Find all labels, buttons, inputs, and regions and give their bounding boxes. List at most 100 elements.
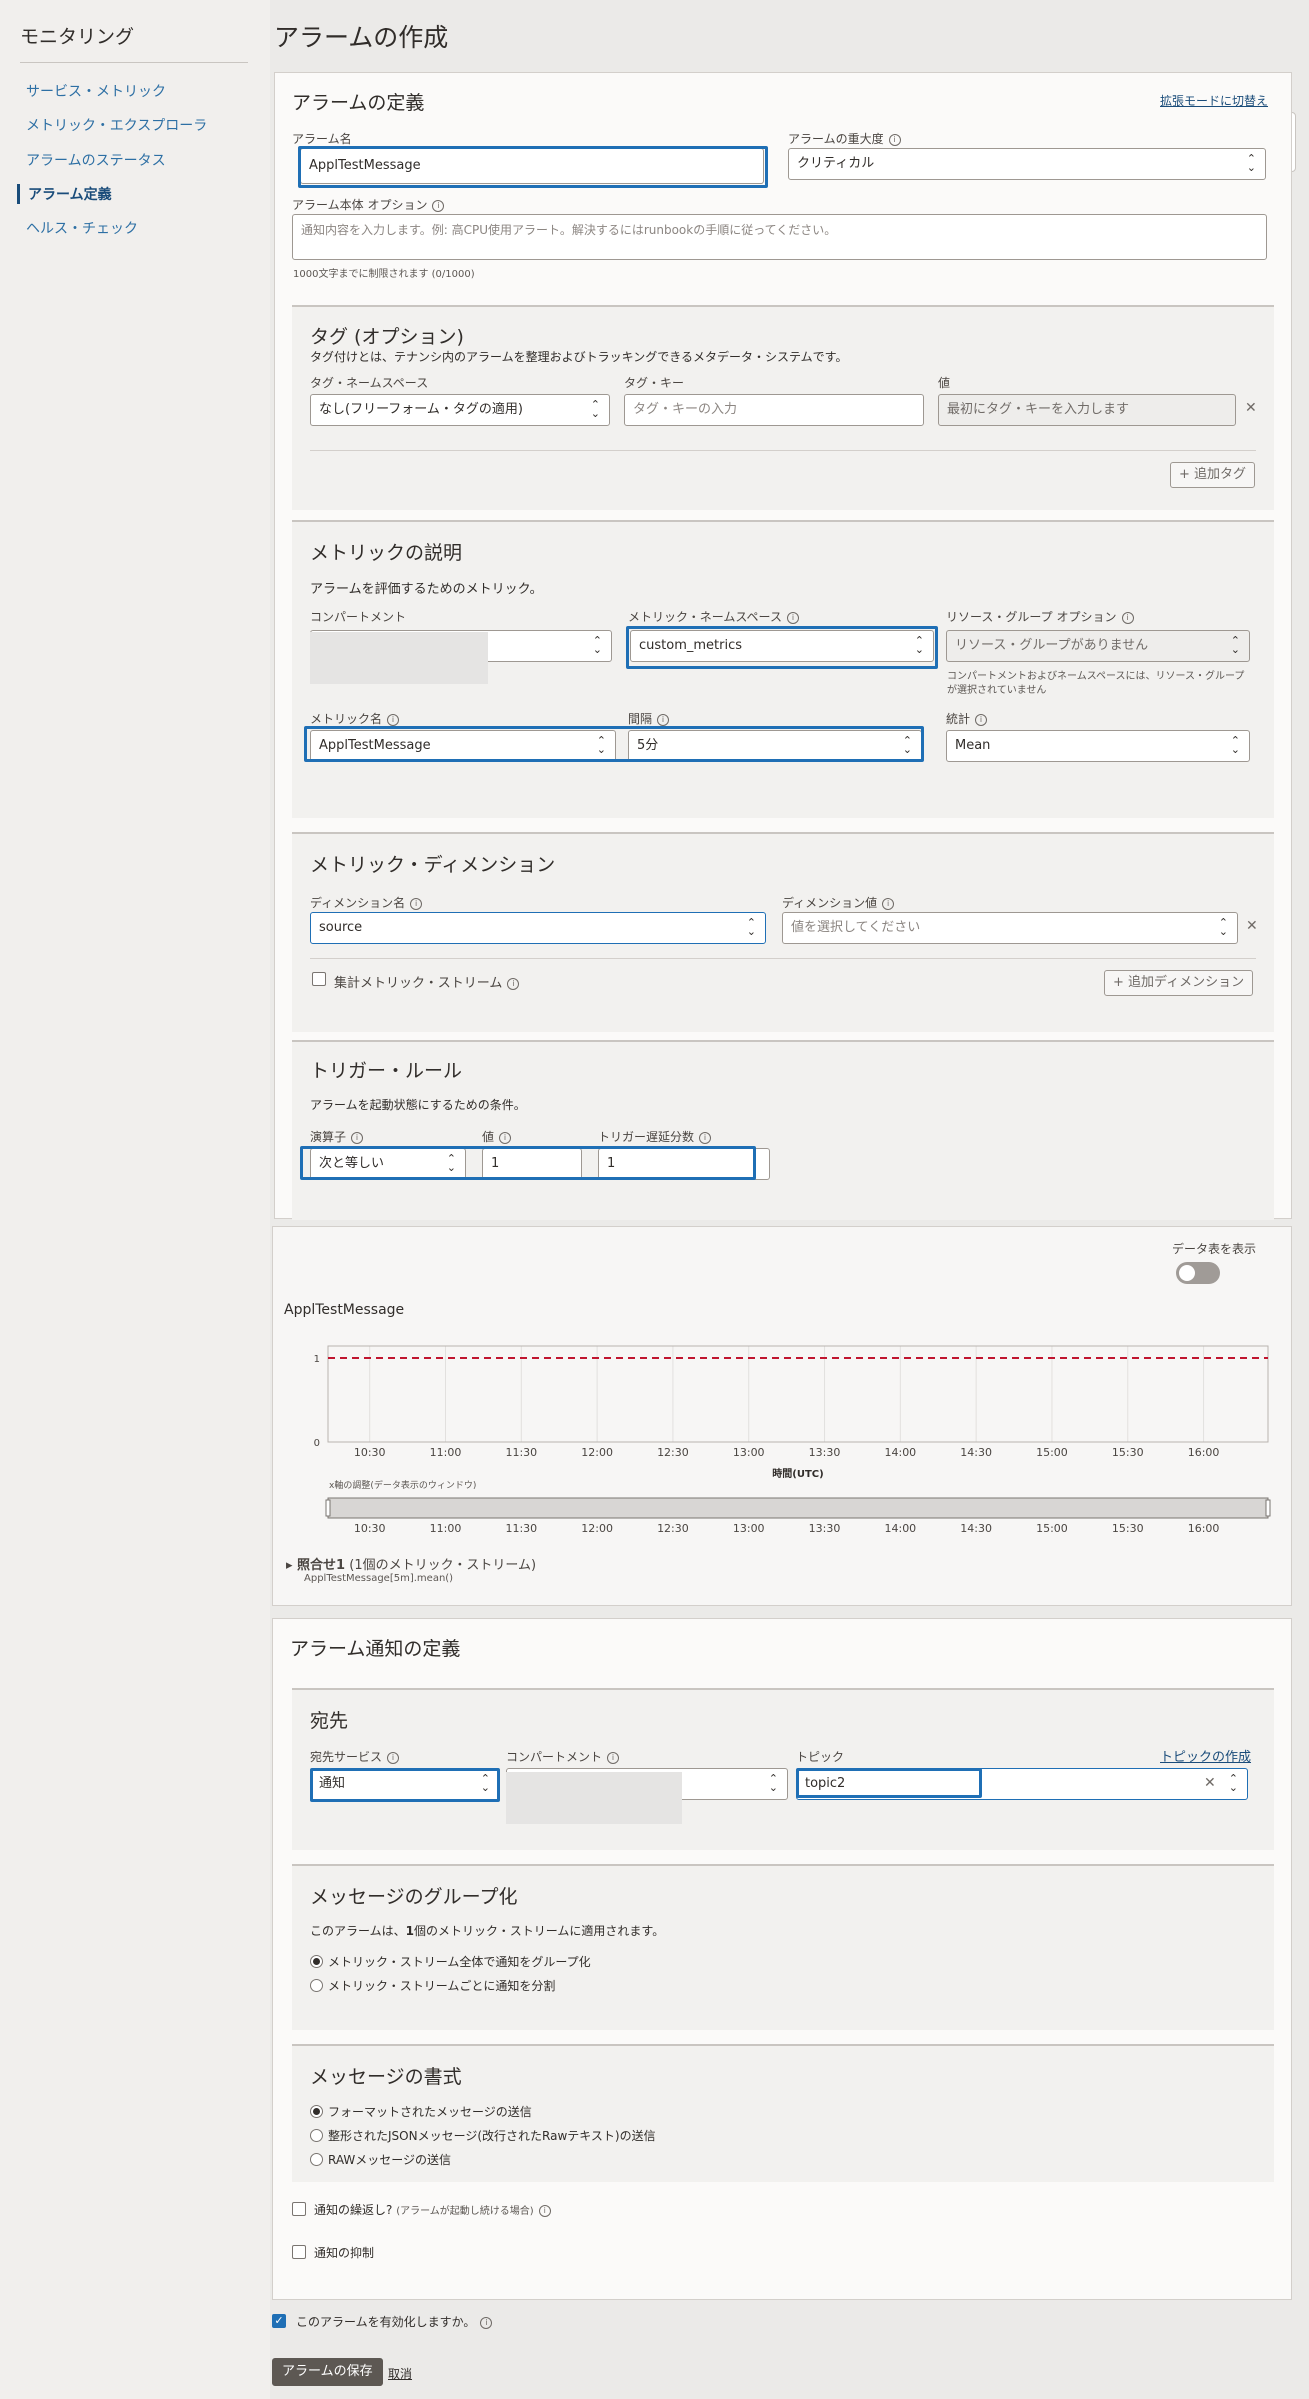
sidebar-item-alarm-status[interactable]: アラームのステータス (20, 150, 260, 170)
suppress-checkbox[interactable] (292, 2245, 306, 2259)
x-tick-label: 11:30 (505, 1446, 537, 1459)
create-topic-link[interactable]: トピックの作成 (1160, 1746, 1251, 1765)
x-tick-label: 10:30 (354, 1446, 386, 1459)
info-icon[interactable]: i (882, 898, 895, 910)
info-icon[interactable]: i (888, 134, 901, 146)
info-icon[interactable]: i (538, 2205, 551, 2217)
compartment-label: コンパートメント (310, 610, 407, 624)
add-dimension-button[interactable]: + 追加ディメンション (1104, 970, 1254, 996)
threshold-label: 値i (482, 1128, 512, 1145)
close-icon[interactable]: ✕ (1246, 918, 1258, 934)
notif-compartment-label: コンパートメント i (506, 1748, 620, 1765)
x-tick-label: 11:00 (430, 1522, 462, 1535)
sidebar-item-metrics-explorer[interactable]: メトリック・エクスプローラ (20, 115, 260, 135)
legend-query: ApplTestMessage[5m].mean() (304, 1573, 454, 1584)
definition-title: アラームの定義 (292, 92, 425, 114)
sidebar-item-health-checks[interactable]: ヘルス・チェック (20, 218, 260, 238)
dimension-title: メトリック・ディメンション (310, 854, 556, 876)
enable-alarm-checkbox[interactable]: ✓ (272, 2314, 286, 2328)
alarm-body-textarea[interactable]: 通知内容を入力します。例: 高CPU使用アラート。解決するにはrunbookの手… (292, 214, 1267, 260)
info-icon[interactable]: i (387, 714, 400, 726)
tag-key-input[interactable]: タグ・キーの入力 (624, 394, 924, 426)
info-icon[interactable]: i (657, 714, 670, 726)
x-tick-label: 10:30 (354, 1522, 386, 1535)
repeat-checkbox[interactable] (292, 2202, 306, 2216)
close-icon[interactable]: ✕ (1245, 400, 1257, 416)
info-icon[interactable]: i (499, 1132, 512, 1144)
tag-namespace-label: タグ・ネームスペース (310, 376, 429, 390)
tags-description: タグ付けとは、テナンシ内のアラームを整理およびトラッキングできるメタデータ・シス… (310, 350, 848, 364)
resource-group-select[interactable]: リソース・グループがありません (946, 630, 1250, 662)
window-handle-left[interactable] (325, 1499, 331, 1517)
statistic-label: 統計 i (946, 710, 988, 727)
aggregate-label: 集計メトリック・ストリーム i (334, 972, 520, 991)
x-tick-label: 14:30 (960, 1446, 992, 1459)
legend-header[interactable]: ▸ 照合せ1 (1個のメトリック・ストリーム) (286, 1554, 536, 1573)
cancel-link[interactable]: 取消 (388, 2365, 412, 2382)
info-icon[interactable]: i (507, 978, 520, 990)
window-handle-right[interactable] (1265, 1499, 1271, 1517)
info-icon[interactable]: i (351, 1132, 364, 1144)
advanced-mode-link[interactable]: 拡張モードに切替え (1160, 92, 1268, 109)
sidebar: モニタリング サービス・メトリック メトリック・エクスプローラ アラームのステー… (0, 0, 270, 2399)
data-table-toggle-label: データ表を表示 (1172, 1242, 1257, 1256)
dimension-value-select[interactable]: 値を選択してください (782, 912, 1238, 944)
info-icon[interactable]: i (786, 612, 799, 624)
x-tick-label: 11:30 (505, 1522, 537, 1535)
trigger-description: アラームを起動状態にするための条件。 (310, 1098, 526, 1112)
y-tick-label: 0 (314, 1438, 320, 1449)
grouping-radio-split[interactable] (310, 1979, 323, 1992)
alarm-body-hint: 1000文字までに制限されます (0/1000) (293, 269, 475, 280)
tag-value-input[interactable]: 最初にタグ・キーを入力します (938, 394, 1236, 426)
info-icon[interactable]: i (410, 898, 423, 910)
alarm-name-label: アラーム名 (292, 132, 352, 146)
format-radio-formatted[interactable] (310, 2105, 323, 2118)
y-tick-label: 1 (314, 1354, 320, 1365)
enable-alarm-label: このアラームを有効化しますか。 i (296, 2313, 493, 2330)
data-table-toggle[interactable] (1176, 1262, 1220, 1284)
window-label: x軸の調整(データ表示のウィンドウ) (329, 1479, 476, 1491)
tag-key-label: タグ・キー (624, 376, 685, 390)
metric-title: メトリックの説明 (310, 542, 463, 564)
format-option-formatted: フォーマットされたメッセージの送信 (328, 2105, 532, 2119)
trigger-title: トリガー・ルール (310, 1060, 463, 1082)
sidebar-item-alarm-definitions[interactable]: アラーム定義 (17, 184, 257, 204)
x-tick-label: 13:00 (733, 1446, 765, 1459)
format-radio-json[interactable] (310, 2129, 323, 2142)
info-icon[interactable]: i (699, 1132, 712, 1144)
chart-title: ApplTestMessage (284, 1302, 405, 1318)
dimension-name-select[interactable]: source (310, 912, 766, 944)
clear-icon[interactable]: ✕ (1204, 1775, 1216, 1791)
dimension-name-label: ディメンション名 i (310, 894, 423, 911)
severity-select[interactable]: クリティカル (788, 148, 1266, 180)
info-icon[interactable]: i (387, 1752, 400, 1764)
sidebar-title: モニタリング (20, 26, 135, 48)
info-icon[interactable]: i (607, 1752, 620, 1764)
resource-group-note: コンパートメントおよびネームスペースには、リソース・グループ (947, 671, 1245, 682)
x-tick-label: 12:00 (581, 1522, 613, 1535)
aggregate-checkbox[interactable] (312, 972, 326, 986)
save-alarm-button[interactable]: アラームの保存 (272, 2358, 383, 2386)
tag-namespace-select[interactable]: なし(フリーフォーム・タグの適用) (310, 394, 610, 426)
info-icon[interactable]: i (480, 2317, 493, 2329)
topic-highlight (796, 1768, 982, 1798)
x-tick-label: 14:00 (884, 1522, 916, 1535)
grouping-radio-all[interactable] (310, 1955, 323, 1968)
sidebar-item-service-metrics[interactable]: サービス・メトリック (20, 81, 260, 101)
format-radio-raw[interactable] (310, 2153, 323, 2166)
metric-chart: 0 1 10:30 11:00 11:30 12:00 12:30 13:00 13:30 14… (314, 1345, 1271, 1535)
window-slider[interactable] (327, 1497, 1269, 1519)
info-icon[interactable]: i (975, 714, 988, 726)
grouping-title: メッセージのグループ化 (310, 1886, 518, 1908)
grouping-option-split: メトリック・ストリームごとに通知を分割 (328, 1979, 556, 1993)
info-icon[interactable]: i (432, 200, 445, 212)
info-icon[interactable]: i (1121, 612, 1134, 624)
page-title: アラームの作成 (274, 23, 449, 52)
statistic-select[interactable]: Mean (946, 730, 1250, 762)
destination-title: 宛先 (310, 1710, 349, 1732)
x-tick-label: 16:00 (1188, 1446, 1220, 1459)
tags-divider (310, 450, 1256, 451)
add-tag-button[interactable]: + 追加タグ (1170, 462, 1256, 488)
x-tick-label: 16:00 (1188, 1522, 1220, 1535)
dimension-value-label: ディメンション値 i (782, 894, 895, 911)
